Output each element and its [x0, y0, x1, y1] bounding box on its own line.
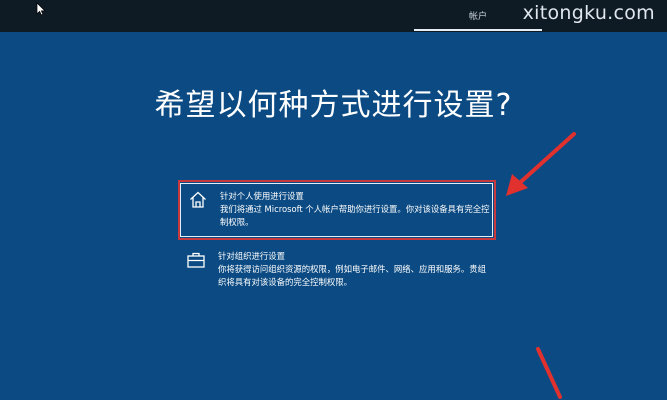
option-org-text: 针对组织进行设置 你将获得访问组织资源的权限，例如电子邮件、网络、应用和服务。贵… — [218, 250, 488, 289]
option-description: 我们将通过 Microsoft 个人帐户帮助你进行设置。你对该设备具有完全控制权… — [220, 204, 490, 227]
option-title: 针对个人使用进行设置 — [220, 191, 304, 201]
red-arrow-annotation-lower — [536, 347, 562, 399]
option-title: 针对组织进行设置 — [218, 251, 285, 261]
page-title: 希望以何种方式进行设置? — [154, 88, 513, 123]
watermark-text: xitongku.com — [522, 2, 655, 24]
briefcase-icon — [187, 252, 205, 268]
option-organization[interactable]: 针对组织进行设置 你将获得访问组织资源的权限，例如电子邮件、网络、应用和服务。贵… — [178, 246, 496, 296]
option-description: 你将获得访问组织资源的权限，例如电子邮件、网络、应用和服务。贵组织将具有对该设备… — [218, 264, 486, 287]
option-personal-text: 针对个人使用进行设置 我们将通过 Microsoft 个人帐户帮助你进行设置。你… — [220, 190, 490, 229]
red-arrow-annotation — [506, 132, 576, 196]
tab-underline — [414, 29, 542, 31]
option-personal-use[interactable]: 针对个人使用进行设置 我们将通过 Microsoft 个人帐户帮助你进行设置。你… — [178, 180, 496, 240]
mouse-cursor-icon — [36, 2, 46, 16]
home-icon — [190, 191, 206, 208]
